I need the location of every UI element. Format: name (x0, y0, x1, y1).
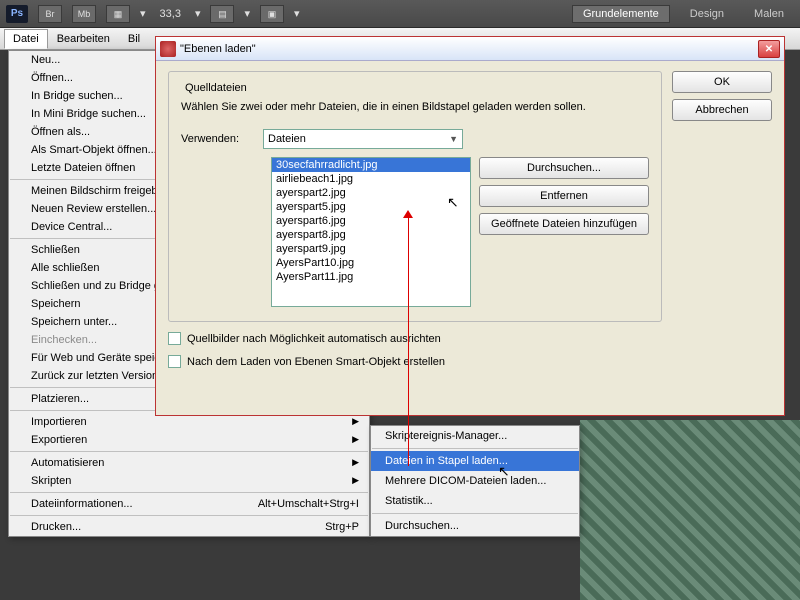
separator (10, 492, 368, 493)
view-icon[interactable]: ▤ (210, 5, 234, 23)
skripten-submenu: Skriptereignis-Manager... Dateien in Sta… (370, 425, 580, 537)
workspace-malen[interactable]: Malen (744, 6, 794, 22)
separator (10, 451, 368, 452)
file-listbox[interactable]: 30secfahrradlicht.jpgairliebeach1.jpgaye… (271, 157, 471, 307)
verwenden-select[interactable]: Dateien ▼ (263, 129, 463, 149)
annotation-arrow-head (403, 210, 413, 218)
screen-mode-icon[interactable]: ▣ (260, 5, 284, 23)
file-list-item[interactable]: ayerspart2.jpg (272, 186, 470, 200)
filmstrip-icon[interactable]: ▦ (106, 5, 130, 23)
menu-drucken[interactable]: Drucken...Strg+P (9, 518, 369, 536)
chevron-right-icon: ▶ (352, 475, 359, 487)
ausrichten-checkbox[interactable]: Quellbilder nach Möglichkeit automatisch… (168, 332, 662, 345)
file-list-item[interactable]: ayerspart8.jpg (272, 228, 470, 242)
menu-datei[interactable]: Datei (4, 29, 48, 49)
group-legend: Quelldateien (181, 82, 251, 94)
dialog-title: "Ebenen laden" (180, 43, 758, 55)
separator (10, 515, 368, 516)
menu-exportieren[interactable]: Exportieren▶ (9, 431, 369, 449)
ebenen-laden-dialog: "Ebenen laden" ✕ Quelldateien Wählen Sie… (155, 36, 785, 416)
menu-dateiinfo[interactable]: Dateiinformationen...Alt+Umschalt+Strg+I (9, 495, 369, 513)
hotkey: Strg+P (325, 521, 359, 533)
chevron-right-icon: ▶ (352, 416, 359, 428)
menu-bearbeiten[interactable]: Bearbeiten (48, 29, 119, 49)
quelldateien-group: Quelldateien Wählen Sie zwei oder mehr D… (168, 71, 662, 322)
hotkey: Alt+Umschalt+Strg+I (258, 498, 359, 510)
menu-skripten[interactable]: Skripten▶ (9, 472, 369, 490)
chevron-down-icon[interactable]: ▾ (294, 7, 300, 20)
mb-button[interactable]: Mb (72, 5, 96, 23)
ok-button[interactable]: OK (672, 71, 772, 93)
workspace-design[interactable]: Design (680, 6, 734, 22)
submenu-stapel[interactable]: Dateien in Stapel laden... (371, 451, 579, 471)
checkbox-label: Quellbilder nach Möglichkeit automatisch… (187, 333, 441, 345)
chevron-right-icon: ▶ (352, 457, 359, 469)
ps-logo: Ps (6, 5, 28, 23)
chevron-down-icon: ▼ (449, 134, 458, 144)
file-list-item[interactable]: 30secfahrradlicht.jpg (272, 158, 470, 172)
cancel-button[interactable]: Abbrechen (672, 99, 772, 121)
separator (372, 513, 578, 514)
checkbox-icon (168, 355, 181, 368)
chevron-down-icon[interactable]: ▾ (195, 7, 201, 20)
chevron-down-icon[interactable]: ▾ (244, 7, 250, 20)
close-button[interactable]: ✕ (758, 40, 780, 58)
durchsuchen-button[interactable]: Durchsuchen... (479, 157, 649, 179)
submenu-statistik[interactable]: Statistik... (371, 491, 579, 511)
file-list-item[interactable]: AyersPart10.jpg (272, 256, 470, 270)
smartobjekt-checkbox[interactable]: Nach dem Laden von Ebenen Smart-Objekt e… (168, 355, 662, 368)
file-list-item[interactable]: ayerspart5.jpg (272, 200, 470, 214)
entfernen-button[interactable]: Entfernen (479, 185, 649, 207)
dialog-titlebar[interactable]: "Ebenen laden" ✕ (156, 37, 784, 61)
file-list-item[interactable]: ayerspart6.jpg (272, 214, 470, 228)
dialog-icon (160, 41, 176, 57)
verwenden-label: Verwenden: (181, 133, 253, 145)
file-list-item[interactable]: AyersPart11.jpg (272, 270, 470, 284)
menu-bild[interactable]: Bil (119, 29, 149, 49)
canvas-mosaic (580, 420, 800, 600)
zoom-value[interactable]: 33,3 (156, 8, 185, 20)
separator (372, 448, 578, 449)
br-button[interactable]: Br (38, 5, 62, 23)
annotation-arrow (408, 214, 409, 466)
chevron-right-icon: ▶ (352, 434, 359, 446)
file-list-item[interactable]: ayerspart9.jpg (272, 242, 470, 256)
select-value: Dateien (268, 133, 306, 145)
geoeffnete-button[interactable]: Geöffnete Dateien hinzufügen (479, 213, 649, 235)
menu-automatisieren[interactable]: Automatisieren▶ (9, 454, 369, 472)
chevron-down-icon[interactable]: ▾ (140, 7, 146, 20)
checkbox-label: Nach dem Laden von Ebenen Smart-Objekt e… (187, 356, 445, 368)
submenu-skriptmanager[interactable]: Skriptereignis-Manager... (371, 426, 579, 446)
app-toolbar: Ps Br Mb ▦ ▾ 33,3 ▾ ▤ ▾ ▣ ▾ Grundelement… (0, 0, 800, 28)
instructions: Wählen Sie zwei oder mehr Dateien, die i… (181, 100, 649, 115)
submenu-dicom[interactable]: Mehrere DICOM-Dateien laden... (371, 471, 579, 491)
checkbox-icon (168, 332, 181, 345)
workspace-grundelemente[interactable]: Grundelemente (572, 5, 670, 23)
submenu-durchsuchen[interactable]: Durchsuchen... (371, 516, 579, 536)
file-list-item[interactable]: airliebeach1.jpg (272, 172, 470, 186)
